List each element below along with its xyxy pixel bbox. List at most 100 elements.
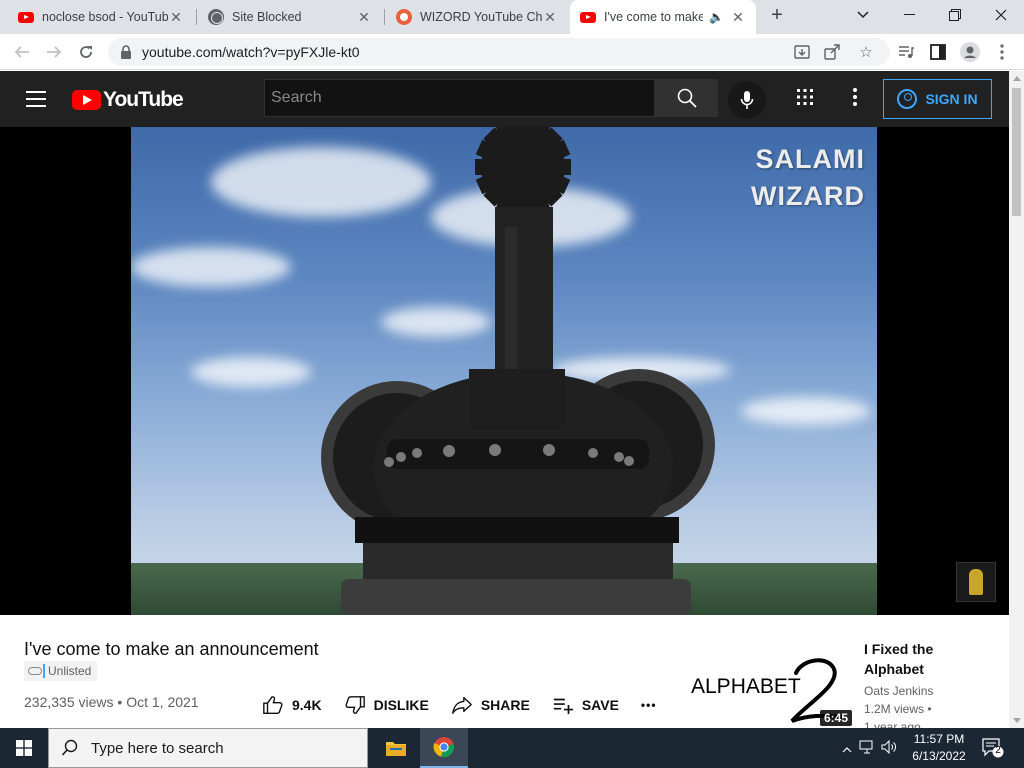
lock-icon[interactable] xyxy=(120,45,132,59)
tab-announcement[interactable]: I've come to make an announcement 🔈 ✕ xyxy=(570,0,756,34)
close-icon[interactable]: ✕ xyxy=(730,9,746,25)
save-label: SAVE xyxy=(581,697,619,713)
side-panel-icon[interactable] xyxy=(926,40,950,64)
youtube-logo[interactable]: YouTube xyxy=(72,88,184,112)
close-icon[interactable]: ✕ xyxy=(168,9,184,25)
account-icon xyxy=(897,89,918,109)
more-actions-button[interactable]: ••• xyxy=(641,698,657,712)
chrome-taskbar-button[interactable] xyxy=(420,728,468,768)
browser-tab-strip: noclose bsod - YouTube ✕ Site Blocked ✕ … xyxy=(0,0,1024,34)
scrollbar-thumb[interactable] xyxy=(1012,88,1021,216)
share-button[interactable]: SHARE xyxy=(451,694,530,716)
search-input[interactable]: Search xyxy=(264,79,655,117)
dislike-button[interactable]: DISLIKE xyxy=(344,694,429,716)
windows-logo-icon xyxy=(16,740,32,756)
tab-wizord-channel[interactable]: WIZORD YouTube Channel ✕ xyxy=(386,0,568,34)
forward-arrow-icon[interactable] xyxy=(42,40,66,64)
close-icon[interactable]: ✕ xyxy=(356,9,372,25)
youtube-masthead: YouTube Search SIGN IN xyxy=(0,71,1009,127)
hamburger-menu-icon[interactable] xyxy=(26,91,46,107)
browser-menu-icon[interactable] xyxy=(990,40,1014,64)
globe-icon xyxy=(208,9,224,25)
video-meta: 232,335 views • Oct 1, 2021 xyxy=(24,694,199,710)
tab-title: noclose bsod - YouTube xyxy=(42,10,168,24)
profile-avatar-icon[interactable] xyxy=(958,40,982,64)
start-button[interactable] xyxy=(0,728,48,768)
like-button[interactable]: 9.4K xyxy=(262,694,322,716)
url-text: youtube.com/watch?v=pyFXJle-kt0 xyxy=(142,44,360,60)
share-page-icon[interactable] xyxy=(822,42,842,62)
video-actions: 9.4K DISLIKE SHARE SAVE ••• xyxy=(262,694,679,716)
view-count: 232,335 views xyxy=(24,694,114,710)
search-button[interactable] xyxy=(655,79,718,117)
add-to-playlist-icon xyxy=(553,698,573,715)
taskbar-clock[interactable]: 11:57 PM 6/13/2022 xyxy=(906,731,972,765)
apps-grid-icon[interactable] xyxy=(796,88,818,110)
screen: noclose bsod - YouTube ✕ Site Blocked ✕ … xyxy=(0,0,1024,768)
share-label: SHARE xyxy=(480,697,530,713)
save-button[interactable]: SAVE xyxy=(552,694,619,716)
volume-icon[interactable] xyxy=(878,739,900,757)
network-icon[interactable] xyxy=(856,740,878,757)
link-icon xyxy=(28,667,42,675)
install-app-icon[interactable] xyxy=(792,42,812,62)
video-duration: 6:45 xyxy=(819,710,852,726)
video-overlay-text: SALAMI WIZARD xyxy=(751,141,865,215)
search-icon xyxy=(61,739,78,756)
video-frame: SALAMI WIZARD xyxy=(131,127,877,615)
share-arrow-icon xyxy=(451,696,472,714)
action-center-button[interactable]: 2 xyxy=(982,738,1004,758)
thumbs-up-icon xyxy=(263,696,283,714)
overlay-line-2: WIZARD xyxy=(751,181,865,211)
close-window-icon[interactable] xyxy=(978,0,1024,30)
video-info-section: I've come to make an announcement Unlist… xyxy=(0,615,1009,734)
close-icon[interactable]: ✕ xyxy=(542,9,558,25)
bookmark-star-icon[interactable]: ☆ xyxy=(856,42,876,62)
text-cursor xyxy=(43,664,45,678)
video-title: I've come to make an announcement xyxy=(24,639,319,659)
tab-noclose-bsod[interactable]: noclose bsod - YouTube ✕ xyxy=(8,0,194,34)
minimize-icon[interactable] xyxy=(886,0,932,30)
recommended-thumbnail[interactable]: ALPHABET 6:45 xyxy=(688,641,854,728)
tab-separator xyxy=(384,9,385,25)
folder-icon xyxy=(386,742,406,756)
page-scrollbar[interactable] xyxy=(1009,71,1024,728)
recommended-views: 1.2M views • xyxy=(864,702,932,716)
unlisted-label: Unlisted xyxy=(48,664,92,678)
restore-icon[interactable] xyxy=(932,0,978,30)
tab-title: WIZORD YouTube Channel xyxy=(420,10,542,24)
media-control-icon[interactable] xyxy=(894,40,918,64)
tab-site-blocked[interactable]: Site Blocked ✕ xyxy=(198,0,382,34)
search-icon xyxy=(677,88,697,108)
recommended-channel[interactable]: Oats Jenkins xyxy=(864,684,933,698)
scroll-up-arrow-icon[interactable] xyxy=(1013,76,1021,81)
file-explorer-button[interactable] xyxy=(372,728,420,768)
more-horizontal-icon: ••• xyxy=(640,698,657,712)
chrome-icon xyxy=(433,737,454,757)
tab-title: I've come to make an announcement xyxy=(604,10,704,24)
back-arrow-icon[interactable] xyxy=(10,40,34,64)
settings-more-icon[interactable] xyxy=(846,88,864,110)
reload-icon[interactable] xyxy=(74,40,98,64)
show-hidden-icons-chevron-icon[interactable] xyxy=(838,741,856,756)
recommended-title[interactable]: I Fixed the Alphabet xyxy=(864,639,984,679)
sign-in-label: SIGN IN xyxy=(925,91,978,107)
taskbar-search-box[interactable]: Type here to search xyxy=(48,728,368,768)
browser-toolbar: youtube.com/watch?v=pyFXJle-kt0 ☆ xyxy=(0,34,1024,70)
video-player[interactable]: SALAMI WIZARD xyxy=(0,127,1009,615)
upload-date: Oct 1, 2021 xyxy=(126,694,199,710)
tab-search-chevron-icon[interactable] xyxy=(840,0,886,30)
address-bar[interactable]: youtube.com/watch?v=pyFXJle-kt0 ☆ xyxy=(108,38,890,66)
speaker-icon[interactable]: 🔈 xyxy=(709,10,724,24)
wizord-favicon-icon xyxy=(396,9,412,25)
voice-search-button[interactable] xyxy=(728,81,766,119)
new-tab-plus-icon[interactable]: + xyxy=(760,0,794,30)
scroll-down-arrow-icon[interactable] xyxy=(1013,718,1021,723)
dislike-label: DISLIKE xyxy=(373,697,429,713)
tab-title: Site Blocked xyxy=(232,10,302,24)
microphone-icon xyxy=(740,91,754,109)
unlisted-badge: Unlisted xyxy=(24,661,98,681)
windows-taskbar: Type here to search 11:57 PM 6/13/2022 2 xyxy=(0,728,1024,768)
sign-in-button[interactable]: SIGN IN xyxy=(883,79,992,119)
channel-watermark[interactable] xyxy=(956,562,996,602)
